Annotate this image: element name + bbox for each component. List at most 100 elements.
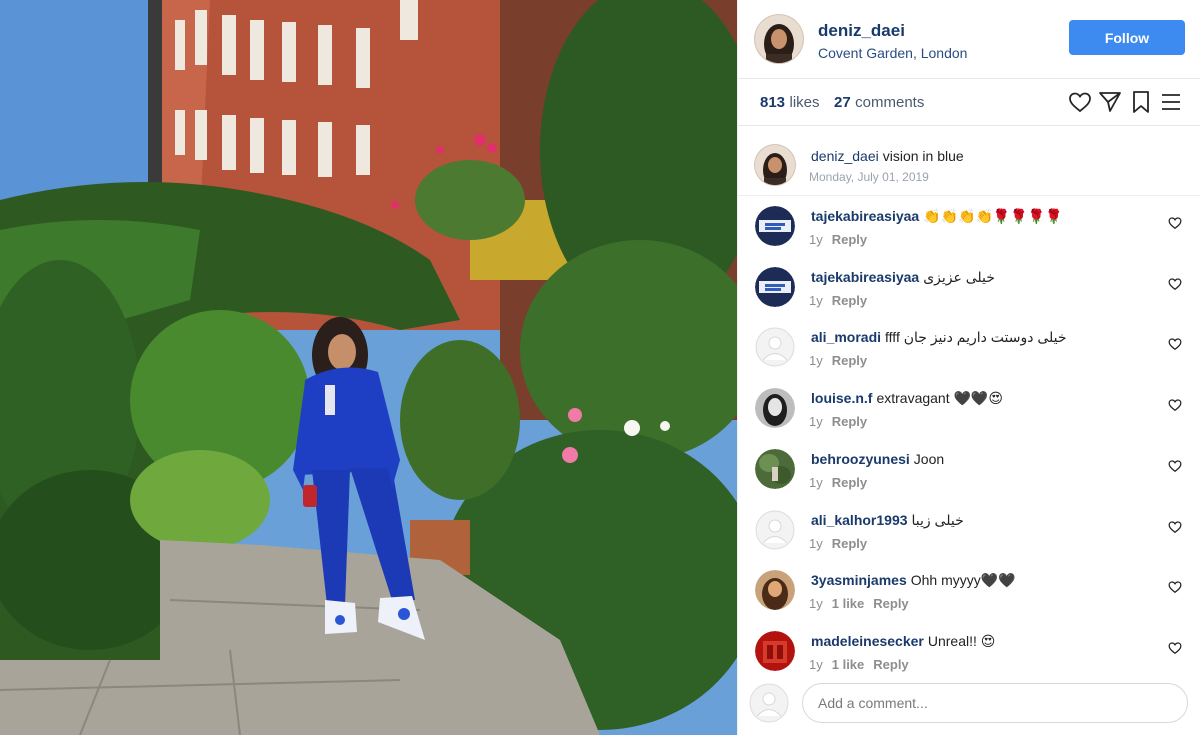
comment-heart-icon[interactable] xyxy=(1168,520,1182,534)
comment-item: ali_kalhor1993 خیلی زیبا 1y Reply xyxy=(738,500,1200,561)
add-comment-row xyxy=(738,682,1200,735)
commenter-avatar[interactable] xyxy=(755,570,795,610)
caption-text: vision in blue xyxy=(882,148,964,164)
comment-username[interactable]: ali_kalhor1993 xyxy=(811,512,908,528)
reply-link[interactable]: Reply xyxy=(832,353,867,368)
paper-plane-icon[interactable] xyxy=(1098,90,1122,114)
follow-button[interactable]: Follow xyxy=(1069,20,1185,55)
comment-item: ali_moradi ffff خیلی دوستت داریم دنیز جان… xyxy=(738,317,1200,378)
comment-text-line: louise.n.f extravagant 🖤🖤😍 xyxy=(811,390,1003,407)
comment-text-line: behroozyunesi Joon xyxy=(811,451,944,467)
comment-meta: 1y Reply xyxy=(809,232,876,247)
comment-text: خیلی عزیزی xyxy=(923,269,995,285)
comment-text-line: 3yasminjames Ohh myyyy🖤🖤 xyxy=(811,572,1016,589)
comments-count[interactable]: 27 comments xyxy=(834,94,924,112)
comment-age: 1y xyxy=(809,293,823,308)
comment-item: tajekabireasiyaa خیلی عزیزی 1y Reply xyxy=(738,257,1200,318)
comment-meta: 1y Reply xyxy=(809,414,876,429)
commenter-avatar[interactable] xyxy=(755,388,795,428)
comment-meta: 1y Reply xyxy=(809,536,876,551)
comment-text: extravagant 🖤🖤😍 xyxy=(876,390,1003,406)
comment-text: 👏👏👏👏🌹🌹🌹🌹 xyxy=(923,208,1063,224)
add-comment-input[interactable] xyxy=(802,683,1188,723)
comment-heart-icon[interactable] xyxy=(1168,216,1182,230)
likes-count[interactable]: 813 likes xyxy=(760,94,820,112)
comment-heart-icon[interactable] xyxy=(1168,641,1182,655)
post-sidebar: deniz_daei Covent Garden, London Follow … xyxy=(737,0,1200,735)
post-date: Monday, July 01, 2019 xyxy=(809,170,929,184)
caption-avatar[interactable] xyxy=(754,144,796,186)
comments-list: tajekabireasiyaa 👏👏👏👏🌹🌹🌹🌹 1y Reply tajekab… xyxy=(738,196,1200,682)
comment-text-line: madeleinesecker Unreal!! 😍 xyxy=(811,633,995,650)
default-avatar-icon[interactable] xyxy=(755,327,795,367)
comment-meta: 1y Reply xyxy=(809,293,876,308)
comment-text: Ohh myyyy🖤🖤 xyxy=(910,572,1016,588)
comment-text-line: tajekabireasiyaa خیلی عزیزی xyxy=(811,269,995,286)
comment-username[interactable]: tajekabireasiyaa xyxy=(811,208,919,224)
comment-username[interactable]: ali_moradi xyxy=(811,329,881,345)
comment-username[interactable]: tajekabireasiyaa xyxy=(811,269,919,285)
caption-line: deniz_daei vision in blue xyxy=(811,148,964,164)
likes-label: likes xyxy=(789,94,820,111)
reply-link[interactable]: Reply xyxy=(832,536,867,551)
comment-text-line: ali_moradi ffff خیلی دوستت داریم دنیز جان xyxy=(811,329,1067,346)
comment-text: خیلی زیبا xyxy=(911,512,964,528)
comment-item: 3yasminjames Ohh myyyy🖤🖤 1y 1 like Reply xyxy=(738,560,1200,621)
commenter-avatar[interactable] xyxy=(755,631,795,671)
comment-text: Unreal!! 😍 xyxy=(927,633,996,649)
comment-heart-icon[interactable] xyxy=(1168,459,1182,473)
default-avatar-icon[interactable] xyxy=(755,510,795,550)
likes-number: 813 xyxy=(760,94,786,111)
comment-heart-icon[interactable] xyxy=(1168,580,1182,594)
comments-label: comments xyxy=(855,94,925,111)
heart-icon[interactable] xyxy=(1068,90,1092,114)
reply-link[interactable]: Reply xyxy=(832,293,867,308)
commenter-avatar[interactable] xyxy=(755,449,795,489)
author-avatar[interactable] xyxy=(754,14,804,64)
comment-age: 1y xyxy=(809,353,823,368)
commenter-avatar[interactable] xyxy=(755,267,795,307)
comment-text-line: ali_kalhor1993 خیلی زیبا xyxy=(811,512,964,529)
comment-age: 1y xyxy=(809,657,823,672)
commenter-avatar[interactable] xyxy=(755,206,795,246)
comment-heart-icon[interactable] xyxy=(1168,277,1182,291)
reply-link[interactable]: Reply xyxy=(832,232,867,247)
comment-meta: 1y 1 like Reply xyxy=(809,657,918,672)
comment-item: behroozyunesi Joon 1y Reply xyxy=(738,439,1200,500)
post-caption: deniz_daei vision in blue Monday, July 01… xyxy=(738,126,1200,196)
comment-heart-icon[interactable] xyxy=(1168,337,1182,351)
comment-age: 1y xyxy=(809,536,823,551)
comment-item: madeleinesecker Unreal!! 😍 1y 1 like Reply xyxy=(738,621,1200,682)
comment-text-line: tajekabireasiyaa 👏👏👏👏🌹🌹🌹🌹 xyxy=(811,208,1063,225)
comment-likes[interactable]: 1 like xyxy=(832,596,865,611)
comment-meta: 1y Reply xyxy=(809,475,876,490)
reply-link[interactable]: Reply xyxy=(873,657,908,672)
post-location[interactable]: Covent Garden, London xyxy=(818,45,967,61)
comment-username[interactable]: 3yasminjames xyxy=(811,572,907,588)
comment-meta: 1y Reply xyxy=(809,353,876,368)
reply-link[interactable]: Reply xyxy=(832,475,867,490)
comment-item: tajekabireasiyaa 👏👏👏👏🌹🌹🌹🌹 1y Reply xyxy=(738,196,1200,257)
comment-username[interactable]: madeleinesecker xyxy=(811,633,924,649)
comment-age: 1y xyxy=(809,232,823,247)
comments-number: 27 xyxy=(834,94,851,111)
bookmark-icon[interactable] xyxy=(1129,90,1153,114)
comment-item: louise.n.f extravagant 🖤🖤😍 1y Reply xyxy=(738,378,1200,439)
comment-text: Joon xyxy=(913,451,945,467)
comment-likes[interactable]: 1 like xyxy=(832,657,865,672)
caption-username[interactable]: deniz_daei xyxy=(811,148,879,164)
comment-text: ffff خیلی دوستت داریم دنیز جان xyxy=(885,329,1067,345)
comment-heart-icon[interactable] xyxy=(1168,398,1182,412)
post-image xyxy=(0,0,737,735)
author-username[interactable]: deniz_daei xyxy=(818,21,905,41)
comment-username[interactable]: louise.n.f xyxy=(811,390,872,406)
comment-username[interactable]: behroozyunesi xyxy=(811,451,910,467)
reply-link[interactable]: Reply xyxy=(832,414,867,429)
comment-age: 1y xyxy=(809,475,823,490)
post-stats-bar: 813 likes 27 comments xyxy=(738,79,1200,126)
menu-icon[interactable] xyxy=(1159,90,1183,114)
reply-link[interactable]: Reply xyxy=(873,596,908,611)
default-avatar-icon xyxy=(749,683,789,723)
post-photo[interactable] xyxy=(0,0,737,735)
post-header: deniz_daei Covent Garden, London Follow xyxy=(738,0,1200,79)
